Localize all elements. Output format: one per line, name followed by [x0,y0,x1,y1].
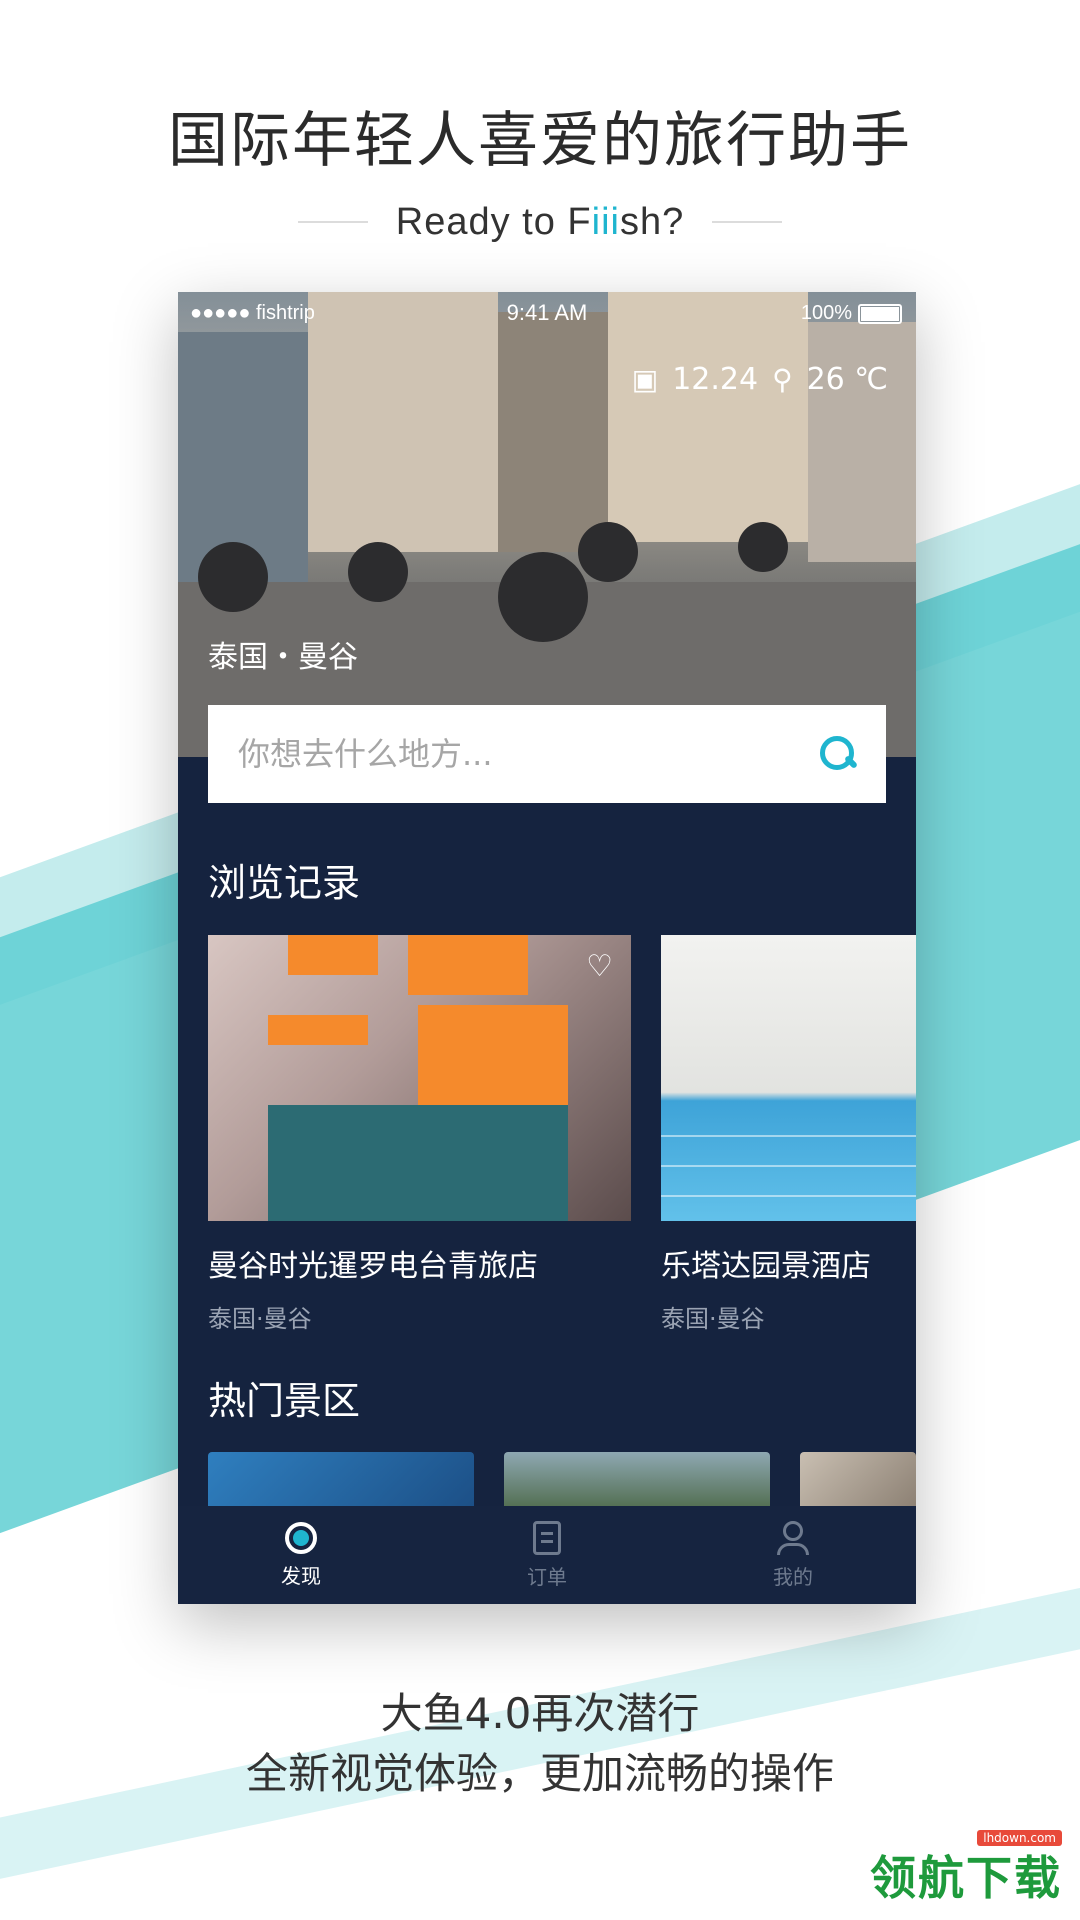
weather-date: 12.24 [672,362,759,397]
battery-percent: 100% [800,302,852,324]
promo-headline: 国际年轻人喜爱的旅行助手 [168,106,912,176]
tagline-text: Ready to Fiiish? [395,200,685,243]
user-icon [777,1520,809,1555]
watermark-logo: lhdown.com 领航下载 [870,1830,1062,1908]
divider-left [297,221,368,223]
tab-label: 订单 [527,1564,567,1589]
weather-temp: 26 ℃ [806,362,888,397]
tab-label: 我的 [773,1564,813,1589]
location-pin-icon: ⚲ [772,363,793,396]
hot-spot-card[interactable] [504,1452,770,1512]
history-title: 浏览记录 [208,861,361,905]
tagline-highlight: iii [591,200,620,243]
hotel-place: 泰国·曼谷 [661,1305,765,1333]
tab-discover[interactable]: 发现 [178,1506,424,1604]
hot-spots-title: 热门景区 [208,1379,361,1423]
order-icon [533,1520,561,1555]
hotel-name: 曼谷时光暹罗电台青旅店 [208,1249,538,1284]
tab-me[interactable]: 我的 [670,1506,916,1604]
search-bar[interactable] [208,705,886,803]
favorite-heart-icon[interactable]: ♡ [586,949,613,984]
divider-right [712,221,783,223]
hotel-image: ♡ [208,935,631,1221]
history-card[interactable]: 乐塔达园景酒店 泰国·曼谷 [661,935,916,1334]
current-location[interactable]: 泰国・曼谷 [208,632,358,676]
bottom-tab-bar: 发现 订单 我的 [178,1506,916,1604]
discover-icon [285,1521,317,1554]
search-icon[interactable] [818,734,859,774]
hotel-image [661,935,916,1221]
hotel-name: 乐塔达园景酒店 [661,1249,871,1284]
battery: 100% [801,302,902,325]
promo-line-2: 全新视觉体验，更加流畅的操作 [245,1749,834,1798]
search-input[interactable] [236,734,800,774]
promo-line-1: 大鱼4.0再次潜行 [380,1689,700,1738]
phone-screen: ●●●●● fishtrip 9:41 AM 100% ▣ 12.24 ⚲ 26… [178,292,916,1604]
watermark-site: lhdown.com [977,1830,1062,1846]
promo-tagline: Ready to Fiiish? [0,192,1080,252]
hot-spot-card[interactable] [800,1452,916,1512]
history-list: ♡ 曼谷时光暹罗电台青旅店 泰国·曼谷 乐塔达园景酒店 泰国·曼谷 [208,935,916,1335]
hot-spots-list [208,1452,916,1512]
tab-label: 发现 [281,1563,321,1588]
status-bar: ●●●●● fishtrip 9:41 AM 100% [178,292,916,336]
tab-orders[interactable]: 订单 [424,1506,670,1604]
hotel-place: 泰国·曼谷 [208,1305,312,1333]
weather-info: ▣ 12.24 ⚲ 26 ℃ [632,362,888,397]
hot-spot-card[interactable] [208,1452,474,1512]
calendar-icon: ▣ [631,363,659,396]
battery-icon [858,303,902,324]
history-card[interactable]: ♡ 曼谷时光暹罗电台青旅店 泰国·曼谷 [208,935,631,1334]
watermark-text: 领航下载 [870,1851,1062,1905]
